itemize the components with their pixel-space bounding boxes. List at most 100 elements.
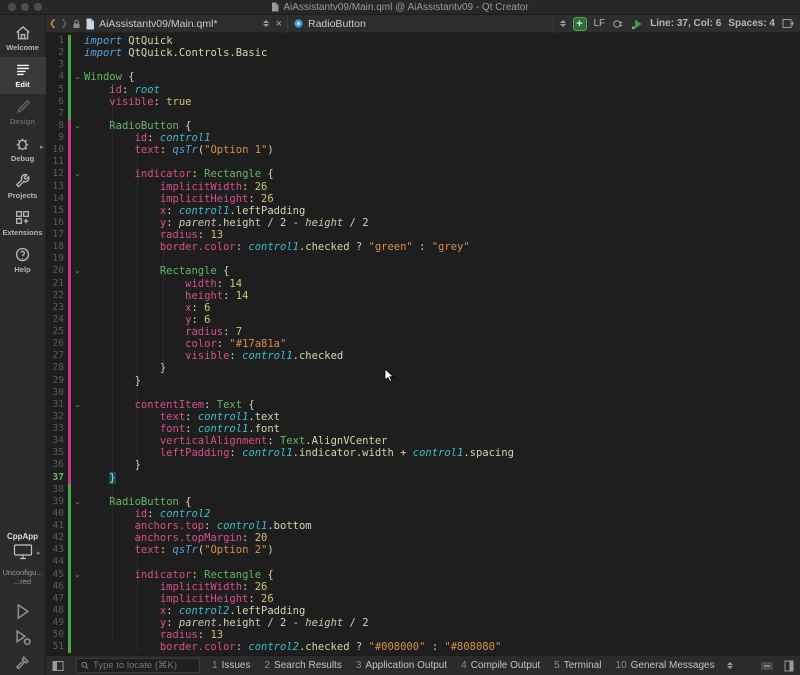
code-line[interactable]: 10 text: qsTr("Option 1"): [46, 144, 800, 156]
code-line[interactable]: 17 radius: 13: [46, 229, 800, 241]
code-line[interactable]: 32 text: control1.text: [46, 411, 800, 423]
code-line[interactable]: 2import QtQuick.Controls.Basic: [46, 47, 800, 59]
code-line[interactable]: 12⌄ indicator: Rectangle {: [46, 168, 800, 180]
code-line[interactable]: 15 x: control1.leftPadding: [46, 205, 800, 217]
forward-icon[interactable]: ❯: [61, 18, 69, 29]
code-line[interactable]: 30: [46, 387, 800, 399]
fold-marker-icon[interactable]: ⌄: [71, 399, 84, 411]
encoding-icon[interactable]: [612, 18, 624, 30]
output-pane-toggle-icon[interactable]: [784, 660, 794, 672]
code-line[interactable]: 13 implicitWidth: 26: [46, 181, 800, 193]
sidebar-item-extensions[interactable]: Extensions: [0, 205, 46, 242]
fold-marker-icon[interactable]: ⌄: [71, 569, 84, 581]
code-line[interactable]: 5 id: root: [46, 84, 800, 96]
pane-terminal[interactable]: 5Terminal: [554, 660, 601, 671]
progress-pill-icon[interactable]: [760, 661, 774, 671]
symbol-selector[interactable]: RadioButton: [308, 18, 366, 30]
line-ending-selector[interactable]: LF: [594, 18, 606, 29]
code-line[interactable]: 39⌄ RadioButton {: [46, 496, 800, 508]
pane-search-results[interactable]: 2Search Results: [264, 660, 341, 671]
code-line[interactable]: 1import QtQuick: [46, 35, 800, 47]
code-line[interactable]: 38: [46, 484, 800, 496]
fold-marker-icon[interactable]: ⌄: [71, 71, 84, 83]
left-panel-toggle-icon[interactable]: [52, 660, 64, 672]
code-line[interactable]: 20⌄ Rectangle {: [46, 265, 800, 277]
kit-selector[interactable]: CppApp ▸ Unconfigu... ...red: [2, 532, 42, 675]
code-line[interactable]: 6 visible: true: [46, 96, 800, 108]
locator-input[interactable]: [93, 660, 195, 671]
qml-live-preview-icon[interactable]: [631, 18, 643, 30]
code-line[interactable]: 8⌄ RadioButton {: [46, 120, 800, 132]
sidebar-item-debug[interactable]: Debug▸: [0, 131, 46, 168]
lock-icon[interactable]: [72, 19, 81, 29]
locator[interactable]: [76, 658, 200, 673]
code-line[interactable]: 16 y: parent.height / 2 - height / 2: [46, 217, 800, 229]
sidebar-item-projects[interactable]: Projects: [0, 168, 46, 205]
code-line[interactable]: 7: [46, 108, 800, 120]
pane-application-output[interactable]: 3Application Output: [356, 660, 447, 671]
pane-issues[interactable]: 1Issues: [212, 660, 250, 671]
code-line[interactable]: 31⌄ contentItem: Text {: [46, 399, 800, 411]
design-icon: [14, 98, 31, 115]
code-line[interactable]: 51 border.color: control2.checked ? "#00…: [46, 641, 800, 653]
code-line[interactable]: 48 x: control2.leftPadding: [46, 605, 800, 617]
code-line[interactable]: 35 leftPadding: control1.indicator.width…: [46, 447, 800, 459]
close-document-icon[interactable]: ×: [274, 18, 284, 30]
code-line[interactable]: 36 }: [46, 459, 800, 471]
code-line[interactable]: 49 y: parent.height / 2 - height / 2: [46, 617, 800, 629]
code-line[interactable]: 42 anchors.topMargin: 20: [46, 532, 800, 544]
code-line[interactable]: 28 }: [46, 362, 800, 374]
pane-general-messages[interactable]: 10General Messages: [616, 660, 715, 671]
code-line[interactable]: 44: [46, 556, 800, 568]
code-line[interactable]: 9 id: control1: [46, 132, 800, 144]
code-line[interactable]: 25 radius: 7: [46, 326, 800, 338]
back-icon[interactable]: ❮: [49, 18, 57, 29]
line-number: 29: [46, 375, 66, 387]
code-line[interactable]: 34 verticalAlignment: Text.AlignVCenter: [46, 435, 800, 447]
pane-compile-output[interactable]: 4Compile Output: [461, 660, 540, 671]
run-button[interactable]: [13, 602, 32, 621]
open-file-name[interactable]: AiAssistantv09/Main.qml*: [99, 18, 217, 30]
code-line[interactable]: 24 y: 6: [46, 314, 800, 326]
debug-run-button[interactable]: [13, 628, 32, 647]
code-line[interactable]: 40 id: control2: [46, 508, 800, 520]
build-button[interactable]: [14, 654, 31, 671]
code-line[interactable]: 37 }: [46, 472, 800, 484]
file-dropdown-icon[interactable]: [263, 20, 269, 27]
code-line[interactable]: 21 width: 14: [46, 278, 800, 290]
code-line[interactable]: 47 implicitHeight: 26: [46, 593, 800, 605]
fold-marker-icon[interactable]: ⌄: [71, 168, 84, 180]
code-line[interactable]: 11: [46, 156, 800, 168]
code-line[interactable]: 43 text: qsTr("Option 2"): [46, 544, 800, 556]
code-line[interactable]: 18 border.color: control1.checked ? "gre…: [46, 241, 800, 253]
code-line[interactable]: 22 height: 14: [46, 290, 800, 302]
code-line[interactable]: 4⌄Window {: [46, 71, 800, 83]
code-line[interactable]: 29 }: [46, 375, 800, 387]
code-line[interactable]: 3: [46, 59, 800, 71]
sidebar-item-help[interactable]: Help: [0, 242, 46, 279]
indent-setting[interactable]: Spaces: 4: [728, 18, 775, 29]
split-editor-icon[interactable]: [782, 18, 794, 29]
sidebar-item-design[interactable]: Design: [0, 94, 46, 131]
sidebar-item-welcome[interactable]: Welcome: [0, 20, 46, 57]
sidebar-item-edit[interactable]: Edit: [0, 57, 46, 94]
fold-marker-icon[interactable]: ⌄: [71, 265, 84, 277]
code-editor[interactable]: 1import QtQuick2import QtQuick.Controls.…: [46, 33, 800, 655]
pane-updown-icon[interactable]: [727, 662, 733, 669]
code-line[interactable]: 19: [46, 253, 800, 265]
fold-marker-icon[interactable]: ⌄: [71, 120, 84, 132]
code-line[interactable]: 45⌄ indicator: Rectangle {: [46, 569, 800, 581]
line-number: 30: [46, 387, 66, 399]
vcs-add-icon[interactable]: +: [573, 17, 587, 31]
code-line[interactable]: 14 implicitHeight: 26: [46, 193, 800, 205]
code-line[interactable]: 46 implicitWidth: 26: [46, 581, 800, 593]
fold-column: [71, 435, 84, 447]
symbol-sort-icon[interactable]: [560, 20, 566, 27]
code-line[interactable]: 41 anchors.top: control1.bottom: [46, 520, 800, 532]
code-line[interactable]: 23 x: 6: [46, 302, 800, 314]
code-line[interactable]: 33 font: control1.font: [46, 423, 800, 435]
code-line[interactable]: 27 visible: control1.checked: [46, 350, 800, 362]
code-line[interactable]: 26 color: "#17a81a": [46, 338, 800, 350]
fold-marker-icon[interactable]: ⌄: [71, 496, 84, 508]
code-line[interactable]: 50 radius: 13: [46, 629, 800, 641]
